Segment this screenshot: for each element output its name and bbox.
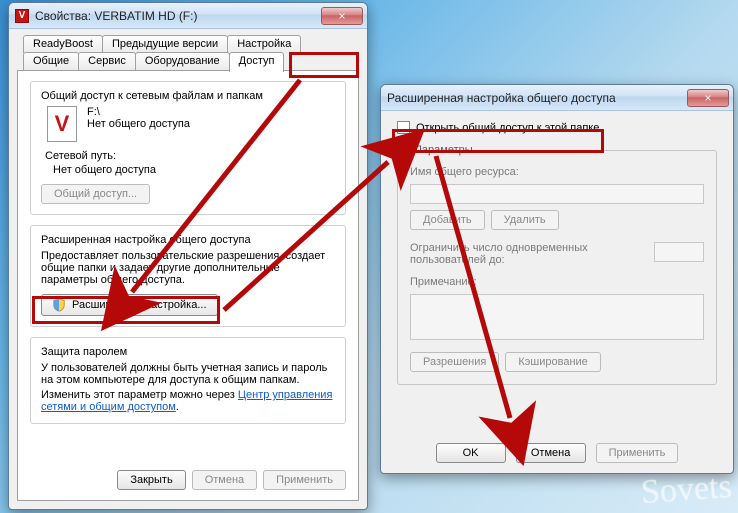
tab-customize[interactable]: Настройка [227,35,301,53]
apply-button[interactable]: Применить [263,470,346,490]
tab-sharing[interactable]: Доступ [229,52,285,72]
cancel-button[interactable]: Отмена [192,470,257,490]
advanced-sharing-group: Расширенная настройка общего доступа Пре… [30,225,346,327]
password-protection-hint: Изменить этот параметр можно через Центр… [41,389,335,413]
apply-button[interactable]: Применить [596,443,679,463]
watermark: Sovets [640,468,733,512]
drive-share-status: Нет общего доступа [87,118,190,130]
tab-previous-versions[interactable]: Предыдущие версии [102,35,228,53]
share-name-label: Имя общего ресурса: [410,166,704,178]
properties-window: V Свойства: VERBATIM HD (F:) × ReadyBoos… [8,2,368,510]
limit-label-line1: Ограничить число одновременных [410,242,646,254]
open-share-label: Открыть общий доступ к этой папке [416,122,599,134]
close-icon[interactable]: × [321,7,363,25]
close-button[interactable]: Закрыть [117,470,185,490]
network-sharing-group: Общий доступ к сетевым файлам и папкам V… [30,81,346,215]
open-share-checkbox[interactable]: Открыть общий доступ к этой папке [397,121,717,134]
advanced-sharing-window: Расширенная настройка общего доступа × О… [380,84,734,474]
password-protection-desc: У пользователей должны быть учетная запи… [41,362,335,386]
network-path-value: Нет общего доступа [53,164,335,176]
password-protection-title: Защита паролем [41,346,335,358]
checkbox-icon [397,121,410,134]
cancel-button[interactable]: Отмена [516,443,586,463]
network-path-label: Сетевой путь: [45,150,335,162]
parameters-legend: Параметры [410,144,477,156]
drive-icon: V [47,106,77,142]
dialog-footer: Закрыть Отмена Применить [30,460,346,490]
window-title: Расширенная настройка общего доступа [387,91,687,105]
note-label: Примечание: [410,276,704,288]
dialog-footer: OK Отмена Применить [397,429,717,463]
app-icon: V [15,9,29,23]
window-title: Свойства: VERBATIM HD (F:) [35,9,321,23]
note-input[interactable] [410,294,704,340]
share-button[interactable]: Общий доступ... [41,184,150,204]
drive-path: F:\ [87,106,190,118]
advanced-sharing-button-label: Расширенная настройка... [72,299,207,311]
parameters-group: Параметры Имя общего ресурса: Добавить У… [397,144,717,385]
close-icon[interactable]: × [687,89,729,107]
permissions-button[interactable]: Разрешения [410,352,499,372]
advanced-sharing-button[interactable]: Расширенная настройка... [41,294,218,316]
limit-label-line2: пользователей до: [410,254,646,266]
add-button[interactable]: Добавить [410,210,485,230]
tabstrip: ReadyBoost Предыдущие версии Настройка О… [23,35,359,70]
advanced-sharing-desc: Предоставляет пользовательские разрешени… [41,250,335,286]
titlebar[interactable]: V Свойства: VERBATIM HD (F:) × [9,3,367,29]
delete-button[interactable]: Удалить [491,210,559,230]
tab-readyboost[interactable]: ReadyBoost [23,35,103,53]
password-protection-group: Защита паролем У пользователей должны бы… [30,337,346,424]
shield-icon [52,298,66,312]
ok-button[interactable]: OK [436,443,506,463]
advanced-sharing-title: Расширенная настройка общего доступа [41,234,335,246]
tab-sharing-page: Общий доступ к сетевым файлам и папкам V… [17,70,359,501]
tab-general[interactable]: Общие [23,52,79,70]
titlebar[interactable]: Расширенная настройка общего доступа × [381,85,733,111]
tab-hardware[interactable]: Оборудование [135,52,230,70]
limit-input[interactable] [654,242,704,262]
network-sharing-title: Общий доступ к сетевым файлам и папкам [41,90,335,102]
caching-button[interactable]: Кэширование [505,352,600,372]
tab-tools[interactable]: Сервис [78,52,136,70]
share-name-input[interactable] [410,184,704,204]
